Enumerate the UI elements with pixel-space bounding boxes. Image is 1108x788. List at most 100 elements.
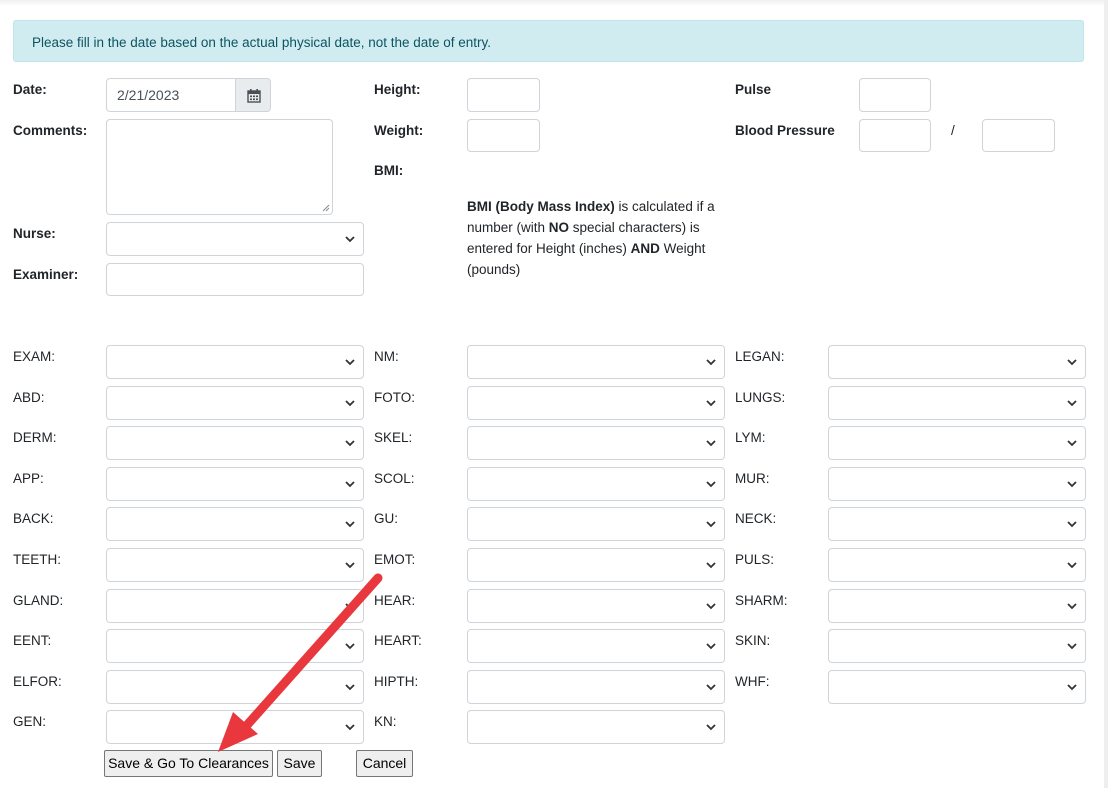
comments-textarea[interactable]	[106, 119, 333, 215]
hear-select[interactable]	[467, 589, 725, 623]
bp-separator: /	[951, 123, 955, 138]
blood-pressure-label: Blood Pressure	[735, 123, 835, 138]
bmi-label: BMI:	[374, 163, 404, 178]
skin-select[interactable]	[828, 629, 1086, 663]
chevron-down-icon	[1067, 481, 1077, 488]
chevron-down-icon	[706, 481, 716, 488]
scol-select[interactable]	[467, 467, 725, 501]
chevron-down-icon	[706, 359, 716, 366]
puls-select[interactable]	[828, 548, 1086, 582]
gland-label: GLAND:	[13, 593, 64, 608]
chevron-down-icon	[1067, 603, 1077, 610]
nurse-select[interactable]	[106, 222, 364, 256]
legan-select[interactable]	[828, 345, 1086, 379]
puls-label: PULS:	[735, 552, 775, 567]
exam-select[interactable]	[106, 345, 364, 379]
heart-label: HEART:	[374, 633, 422, 648]
chevron-down-icon	[345, 603, 355, 610]
chevron-down-icon	[345, 521, 355, 528]
emot-label: EMOT:	[374, 552, 416, 567]
heart-select[interactable]	[467, 629, 725, 663]
lungs-select[interactable]	[828, 386, 1086, 420]
bmi-note-no: NO	[548, 220, 570, 235]
derm-label: DERM:	[13, 430, 57, 445]
height-input[interactable]	[467, 78, 540, 112]
app-label: APP:	[13, 471, 44, 486]
nurse-label: Nurse:	[13, 226, 56, 241]
date-input[interactable]: 2/21/2023	[106, 78, 236, 112]
save-and-go-to-clearances-button[interactable]: Save & Go To Clearances	[104, 750, 273, 777]
weight-input[interactable]	[467, 119, 540, 152]
chevron-down-icon	[345, 724, 355, 731]
back-label: BACK:	[13, 511, 54, 526]
foto-select[interactable]	[467, 386, 725, 420]
hipth-select[interactable]	[467, 670, 725, 704]
save-button[interactable]: Save	[277, 750, 322, 777]
chevron-down-icon	[345, 236, 355, 243]
back-select[interactable]	[106, 507, 364, 541]
weight-label: Weight:	[374, 123, 424, 138]
nm-select[interactable]	[467, 345, 725, 379]
top-edge	[0, 0, 1108, 6]
kn-select[interactable]	[467, 710, 725, 744]
lym-select[interactable]	[828, 426, 1086, 460]
gu-label: GU:	[374, 511, 399, 526]
calendar-button[interactable]	[235, 78, 271, 112]
examiner-label: Examiner:	[13, 267, 79, 282]
elfor-select[interactable]	[106, 670, 364, 704]
chevron-down-icon	[345, 481, 355, 488]
chevron-down-icon	[706, 440, 716, 447]
mur-select[interactable]	[828, 467, 1086, 501]
derm-select[interactable]	[106, 426, 364, 460]
chevron-down-icon	[1067, 643, 1077, 650]
chevron-down-icon	[345, 400, 355, 407]
gen-select[interactable]	[106, 710, 364, 744]
exam-label: EXAM:	[13, 349, 56, 364]
app-select[interactable]	[106, 467, 364, 501]
lungs-label: LUNGS:	[735, 390, 786, 405]
mur-label: MUR:	[735, 471, 770, 486]
bp-diastolic-input[interactable]	[982, 119, 1055, 152]
chevron-down-icon	[1067, 684, 1077, 691]
pulse-input[interactable]	[859, 78, 931, 112]
neck-label: NECK:	[735, 511, 777, 526]
scrollbar-track[interactable]	[1104, 0, 1108, 788]
sharm-select[interactable]	[828, 589, 1086, 623]
teeth-select[interactable]	[106, 548, 364, 582]
info-alert: Please fill in the date based on the act…	[13, 20, 1084, 62]
examiner-input[interactable]	[106, 263, 364, 296]
skel-label: SKEL:	[374, 430, 413, 445]
comments-label: Comments:	[13, 123, 88, 138]
skel-select[interactable]	[467, 426, 725, 460]
chevron-down-icon	[706, 562, 716, 569]
chevron-down-icon	[706, 521, 716, 528]
eent-label: EENT:	[13, 633, 52, 648]
foto-label: FOTO:	[374, 390, 416, 405]
cancel-button[interactable]: Cancel	[356, 750, 413, 777]
height-label: Height:	[374, 82, 421, 97]
bp-systolic-input[interactable]	[859, 119, 931, 152]
eent-select[interactable]	[106, 629, 364, 663]
gland-select[interactable]	[106, 589, 364, 623]
chevron-down-icon	[706, 643, 716, 650]
chevron-down-icon	[706, 400, 716, 407]
gen-label: GEN:	[13, 714, 47, 729]
kn-label: KN:	[374, 714, 397, 729]
chevron-down-icon	[345, 562, 355, 569]
bmi-note-title: BMI (Body Mass Index)	[467, 199, 615, 214]
scol-label: SCOL:	[374, 471, 415, 486]
elfor-label: ELFOR:	[13, 674, 62, 689]
chevron-down-icon	[345, 440, 355, 447]
abd-select[interactable]	[106, 386, 364, 420]
hipth-label: HIPTH:	[374, 674, 419, 689]
chevron-down-icon	[1067, 400, 1077, 407]
gu-select[interactable]	[467, 507, 725, 541]
neck-select[interactable]	[828, 507, 1086, 541]
whf-select[interactable]	[828, 670, 1086, 704]
emot-select[interactable]	[467, 548, 725, 582]
pulse-label: Pulse	[735, 82, 772, 97]
teeth-label: TEETH:	[13, 552, 62, 567]
alert-message: Please fill in the date based on the act…	[32, 35, 492, 50]
chevron-down-icon	[1067, 562, 1077, 569]
resize-grip-icon[interactable]	[322, 204, 330, 212]
